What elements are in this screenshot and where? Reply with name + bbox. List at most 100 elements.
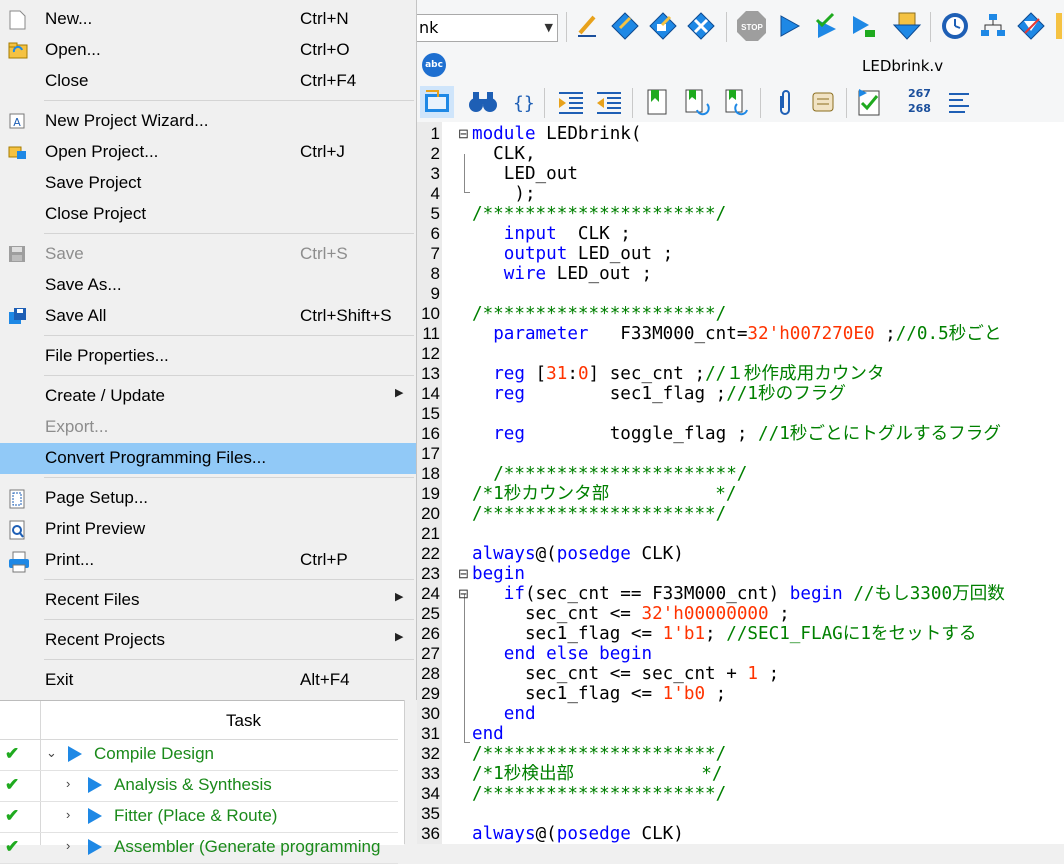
fold-toggle-icon[interactable]: ⊟ xyxy=(458,584,469,604)
binoculars-icon[interactable] xyxy=(468,87,498,117)
play-chip-icon[interactable] xyxy=(848,10,878,42)
play-icon[interactable] xyxy=(88,777,102,793)
cross-diamond-icon[interactable] xyxy=(686,10,716,42)
svg-text:STOP: STOP xyxy=(741,23,763,32)
play-icon[interactable] xyxy=(88,808,102,824)
task-row[interactable]: ✔ › Assembler (Generate programming xyxy=(0,832,398,864)
svg-text:{}: {} xyxy=(513,93,535,114)
menu-separator xyxy=(44,335,414,336)
toolbar-separator xyxy=(846,88,847,118)
indent-icon[interactable] xyxy=(556,87,586,117)
menu-item-export: Export... xyxy=(0,412,416,443)
play-icon[interactable] xyxy=(88,839,102,855)
bookmark-prev-icon[interactable] xyxy=(722,87,752,117)
submenu-arrow-icon: ▶ xyxy=(395,631,404,643)
lines-icon[interactable] xyxy=(944,87,974,117)
menu-item-save-as[interactable]: Save As... xyxy=(0,270,416,301)
expand-right-icon[interactable]: › xyxy=(66,776,70,791)
menu-item-exit[interactable]: Exit Alt+F4 xyxy=(0,665,416,696)
task-column-header[interactable]: Task xyxy=(0,701,398,740)
menu-item-shortcut: Ctrl+P xyxy=(300,550,348,569)
editor-tab-bar: abc LEDbrink.v xyxy=(416,50,1064,82)
task-row[interactable]: ✔ › Fitter (Place & Route) xyxy=(0,801,398,833)
check-icon: ✔ xyxy=(5,837,20,856)
braces-icon[interactable]: {} xyxy=(508,87,538,117)
paperclip-icon[interactable] xyxy=(770,87,800,117)
play-icon[interactable] xyxy=(68,746,82,762)
line-number: 14 xyxy=(421,384,440,403)
code-text: reg [31:0] sec_cnt ;//１秒作成用カウンタ xyxy=(493,364,885,384)
code-editor[interactable]: 1 ⊟ module LEDbrink(2 CLK, 3 LED_out 4 ); 5/*… xyxy=(416,122,1064,844)
menu-item-recent-files[interactable]: Recent Files ▶ xyxy=(0,585,416,616)
tab-ledbrink-v[interactable]: LEDbrink.v xyxy=(862,57,943,75)
code-text: reg sec1_flag ;//1秒のフラグ xyxy=(493,384,846,404)
blue-chevron-icon[interactable] xyxy=(1016,10,1046,42)
fold-toggle-icon[interactable]: ⊟ xyxy=(458,564,469,584)
menu-item-shortcut: Ctrl+S xyxy=(300,244,348,263)
menu-item-shortcut: Ctrl+Shift+S xyxy=(300,306,392,325)
menu-item-create-update[interactable]: Create / Update ▶ xyxy=(0,381,416,412)
check-icon: ✔ xyxy=(5,744,20,763)
stop-icon[interactable]: STOP xyxy=(736,10,766,42)
pen-icon[interactable] xyxy=(572,10,602,42)
hierarchy-icon[interactable] xyxy=(978,10,1008,42)
menu-item-new[interactable]: New... Ctrl+N xyxy=(0,4,416,35)
fold-toggle-icon[interactable]: ⊟ xyxy=(458,124,469,144)
bookmark-icon[interactable] xyxy=(642,87,672,117)
play-icon[interactable] xyxy=(774,10,804,42)
task-row[interactable]: ✔ ⌄ Compile Design xyxy=(0,739,398,771)
splitter[interactable] xyxy=(404,700,417,844)
line-number: 22 xyxy=(421,544,440,563)
line-numbers-icon[interactable]: 267 268 xyxy=(908,86,931,116)
file-menu: New... Ctrl+N Open... Ctrl+O Close Ctrl+F4 A Ne… xyxy=(0,0,417,700)
line-number: 10 xyxy=(421,304,440,323)
download-icon[interactable] xyxy=(892,10,922,42)
line-number: 20 xyxy=(421,504,440,523)
menu-item-open-project[interactable]: Open Project... Ctrl+J xyxy=(0,137,416,168)
menu-item-label: Recent Files xyxy=(45,590,140,609)
line-number: 16 xyxy=(421,424,440,443)
menu-item-save: Save Ctrl+S xyxy=(0,239,416,270)
pen-chip-icon[interactable] xyxy=(648,10,678,42)
menu-item-save-project[interactable]: Save Project xyxy=(0,168,416,199)
line-number: 15 xyxy=(421,404,440,423)
code-text: sec_cnt <= 32'h00000000 ; xyxy=(472,604,790,624)
menu-item-convert-programming-files[interactable]: Convert Programming Files... xyxy=(0,443,416,474)
task-panel: Task ✔ ⌄ Compile Design ✔ › Analysis & Synthe… xyxy=(0,700,404,864)
menu-item-recent-projects[interactable]: Recent Projects ▶ xyxy=(0,625,416,656)
menu-item-print[interactable]: Print... Ctrl+P xyxy=(0,545,416,576)
abc-icon[interactable]: abc xyxy=(422,53,446,77)
expand-right-icon[interactable]: › xyxy=(66,838,70,853)
menu-item-file-properties[interactable]: File Properties... xyxy=(0,341,416,372)
menu-item-page-setup[interactable]: Page Setup... xyxy=(0,483,416,514)
menu-item-label: Open... xyxy=(45,40,101,59)
task-row[interactable]: ✔ › Analysis & Synthesis xyxy=(0,770,398,802)
expand-down-icon[interactable]: ⌄ xyxy=(46,745,57,761)
line-number: 24 xyxy=(421,584,440,603)
entity-combo[interactable]: nk ▼ xyxy=(416,14,558,42)
expand-right-icon[interactable]: › xyxy=(66,807,70,822)
line-number: 29 xyxy=(421,684,440,703)
menu-item-new-project-wizard[interactable]: A New Project Wizard... xyxy=(0,106,416,137)
check-play-icon[interactable] xyxy=(810,10,840,42)
menu-item-close[interactable]: Close Ctrl+F4 xyxy=(0,66,416,97)
check-document-icon[interactable] xyxy=(854,87,884,117)
line-number: 28 xyxy=(421,664,440,683)
line-number: 18 xyxy=(421,464,440,483)
menu-item-save-all[interactable]: Save All Ctrl+Shift+S xyxy=(0,301,416,332)
chevron-down-icon[interactable]: ▼ xyxy=(545,15,553,41)
menu-item-close-project[interactable]: Close Project xyxy=(0,199,416,230)
menu-item-open[interactable]: Open... Ctrl+O xyxy=(0,35,416,66)
pen-doc-icon[interactable] xyxy=(610,10,640,42)
timer-icon[interactable] xyxy=(940,10,970,42)
code-text: /**********************/ xyxy=(472,744,727,764)
menu-item-print-preview[interactable]: Print Preview xyxy=(0,514,416,545)
scroll-icon[interactable] xyxy=(808,87,838,117)
code-text: /**********************/ xyxy=(472,504,727,524)
outdent-icon[interactable] xyxy=(594,87,624,117)
bookmark-next-icon[interactable] xyxy=(682,87,712,117)
overflow-icon[interactable] xyxy=(1054,10,1064,42)
toolbar-separator xyxy=(930,12,931,42)
line-number: 25 xyxy=(421,604,440,623)
screen-expand-icon[interactable] xyxy=(420,86,454,118)
